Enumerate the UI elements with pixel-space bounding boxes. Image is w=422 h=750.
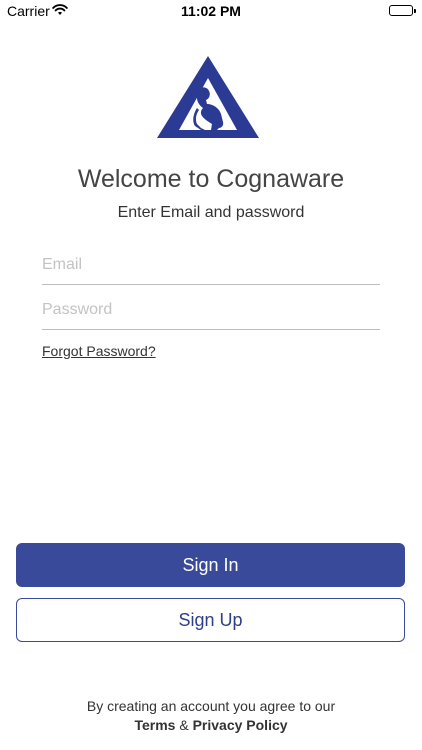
- page-title: Welcome to Cognaware: [77, 165, 345, 193]
- sign-up-button[interactable]: Sign Up: [16, 598, 405, 642]
- sign-in-button[interactable]: Sign In: [16, 543, 405, 587]
- clock: 11:02 PM: [181, 3, 241, 19]
- app-logo: [157, 56, 259, 138]
- status-bar: Carrier 11:02 PM: [0, 0, 422, 22]
- forgot-password-link[interactable]: Forgot Password?: [42, 343, 156, 359]
- battery-icon: [389, 5, 416, 16]
- thinker-triangle-logo-icon: [157, 56, 259, 138]
- terms-agree-text: By creating an account you agree to our: [86, 698, 336, 714]
- email-field: [42, 250, 380, 285]
- email-input[interactable]: [42, 250, 380, 280]
- terms-links-row: Terms & Privacy Policy: [0, 716, 422, 735]
- terms-notice: By creating an account you agree to our …: [0, 697, 422, 735]
- password-input[interactable]: [42, 295, 380, 325]
- password-field: [42, 295, 380, 330]
- terms-link[interactable]: Terms: [134, 717, 175, 733]
- page-subtitle: Enter Email and password: [117, 204, 305, 221]
- terms-ampersand: &: [179, 717, 189, 733]
- battery-nub: [414, 9, 416, 13]
- privacy-policy-link[interactable]: Privacy Policy: [193, 717, 288, 733]
